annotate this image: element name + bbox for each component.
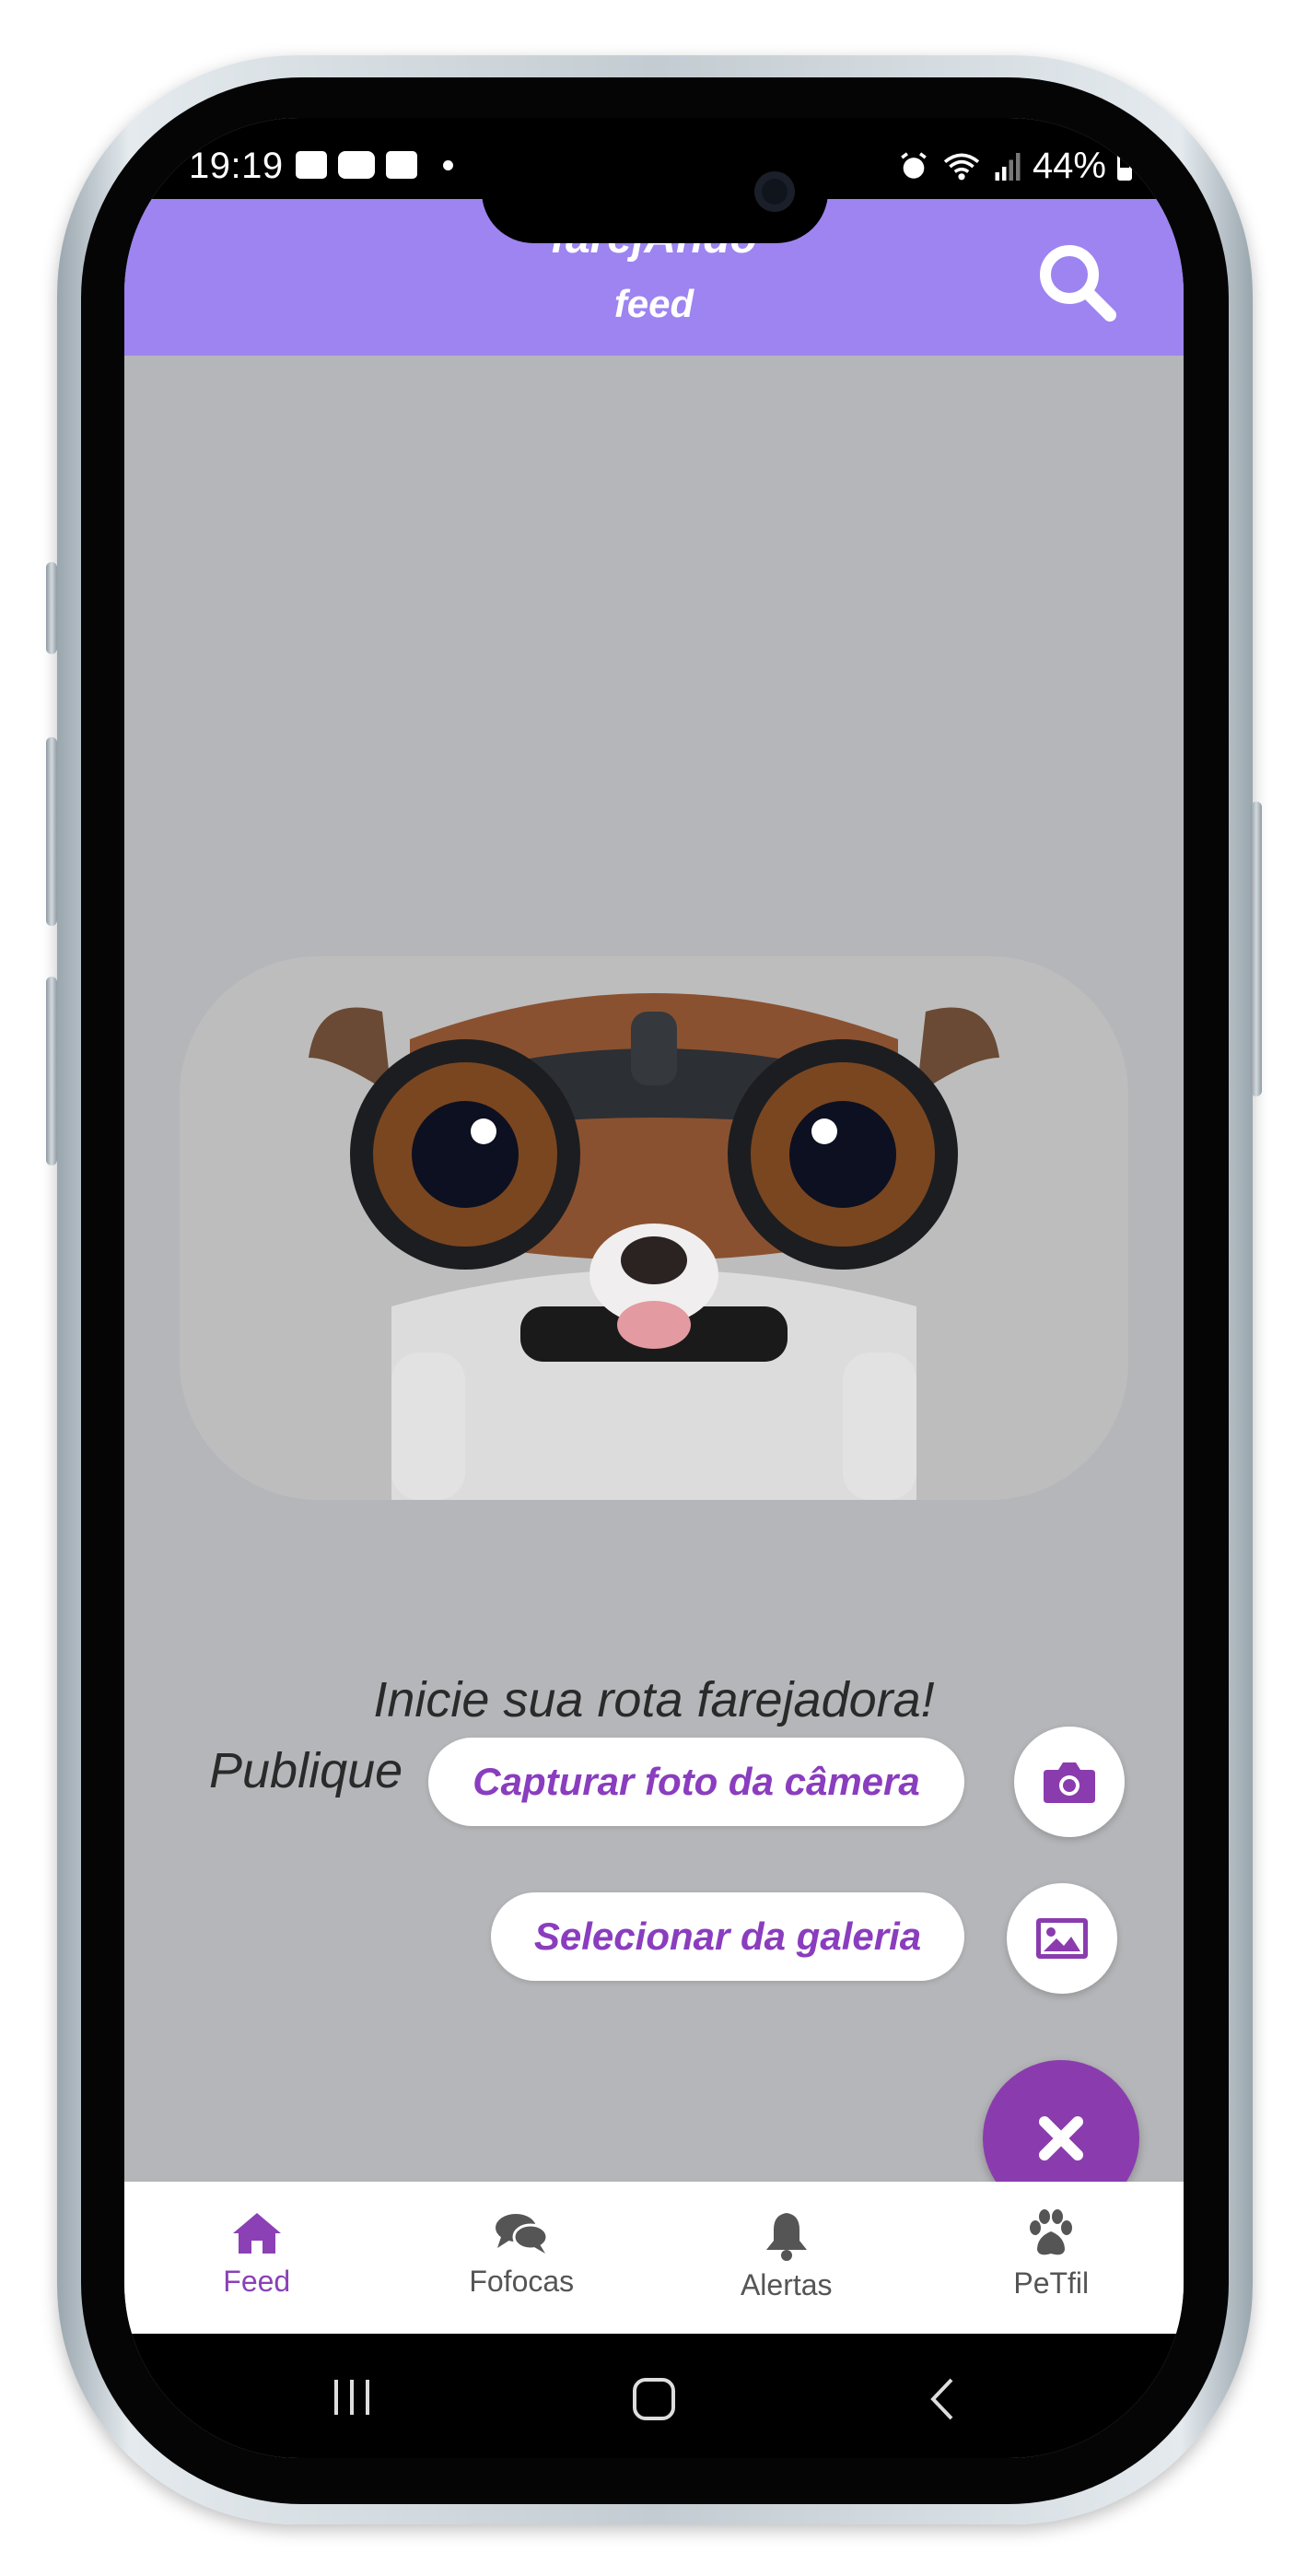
phone-side-button	[46, 562, 57, 654]
wifi-icon	[943, 153, 980, 180]
back-button[interactable]	[924, 2374, 961, 2424]
nav-item-petfil[interactable]: PeTfil	[919, 2182, 1184, 2334]
phone-volume-down-button	[46, 977, 57, 1165]
empty-feed-illustration	[180, 956, 1128, 1500]
nav-item-alertas[interactable]: Alertas	[654, 2182, 919, 2334]
recents-button[interactable]	[329, 2374, 375, 2420]
home-button[interactable]	[629, 2374, 679, 2424]
phone-volume-up-button	[46, 737, 57, 926]
gallery-action-button[interactable]	[1007, 1883, 1117, 1994]
image-icon	[1036, 1918, 1088, 1959]
checkbox-icon	[386, 151, 417, 179]
camera-action-button[interactable]	[1014, 1727, 1125, 1837]
paw-icon	[1030, 2209, 1073, 2255]
status-time: 19:19	[189, 146, 284, 186]
camera-icon	[1044, 1762, 1095, 1803]
close-icon	[1039, 2116, 1083, 2160]
nav-label-petfil: PeTfil	[1013, 2266, 1090, 2300]
signal-icon	[995, 152, 1021, 181]
battery-icon	[1117, 152, 1132, 181]
bottom-navigation: Feed Fofocas Alertas PeTfil	[124, 2182, 1184, 2334]
camera-action-label[interactable]: Capturar foto da câmera	[428, 1738, 964, 1826]
feed-content: Inicie sua rota farejadora! Publique Cap…	[124, 356, 1184, 2217]
dot-icon	[443, 159, 453, 170]
alarm-icon	[901, 151, 927, 179]
search-icon	[1040, 245, 1116, 322]
gallery-action-label[interactable]: Selecionar da galeria	[491, 1892, 964, 1981]
battery-percentage: 44%	[1032, 146, 1106, 186]
nav-label-fofocas: Fofocas	[469, 2265, 575, 2298]
status-indicators: 44%	[898, 146, 1132, 187]
empty-state-title: Inicie sua rota farejadora!	[373, 1672, 935, 1727]
app-screen: 19:19 44% farejAndo	[124, 118, 1184, 2458]
nav-label-alertas: Alertas	[740, 2268, 833, 2301]
bell-icon	[765, 2213, 807, 2261]
dynamic-island	[482, 140, 828, 243]
notification-icons	[296, 151, 453, 179]
home-icon	[232, 2213, 281, 2254]
nav-item-fofocas[interactable]: Fofocas	[390, 2182, 655, 2334]
nav-label-feed: Feed	[223, 2265, 291, 2298]
page-subtitle: feed	[613, 282, 694, 325]
image-icon	[296, 151, 327, 179]
dog-binoculars-image	[309, 993, 999, 1500]
chat-icon	[496, 2214, 549, 2254]
front-camera	[754, 171, 795, 212]
phone-power-button	[1251, 802, 1262, 1096]
search-button[interactable]	[1031, 236, 1123, 328]
youtube-icon	[338, 151, 375, 179]
nav-item-feed[interactable]: Feed	[124, 2182, 390, 2334]
system-navigation-bar	[124, 2334, 1184, 2458]
